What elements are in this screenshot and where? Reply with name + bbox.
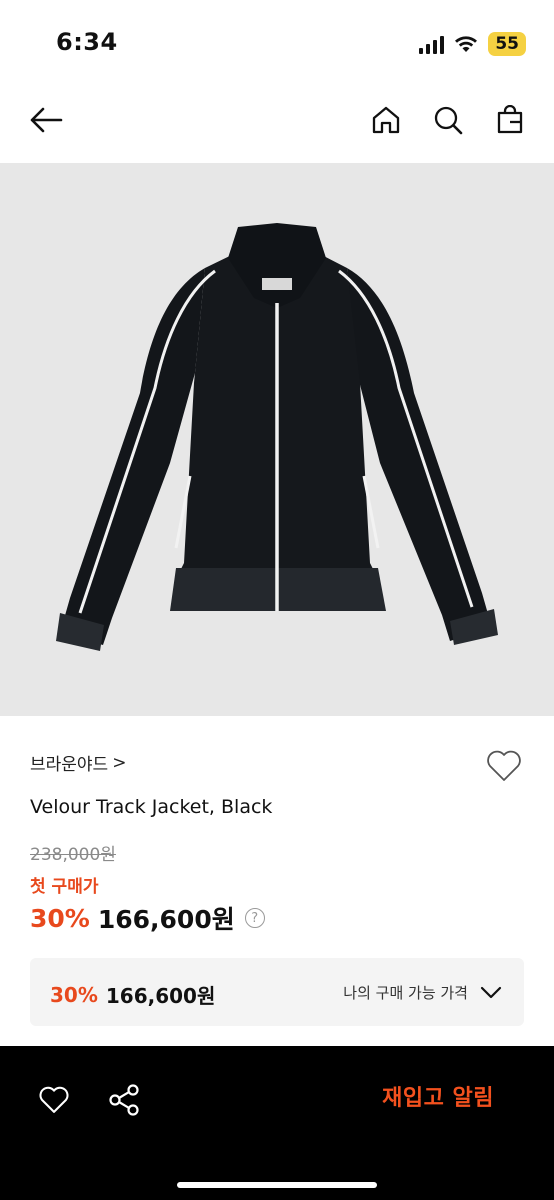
shopping-bag-icon — [497, 105, 523, 134]
battery-indicator: 55 — [488, 32, 526, 56]
my-price-toggle: 나의 구매 가능 가격 — [343, 982, 502, 1003]
status-indicators: 55 — [419, 32, 526, 56]
help-icon[interactable]: ? — [244, 908, 265, 928]
status-time: 6:34 — [56, 28, 118, 56]
first-purchase-label: 첫 구매가 — [30, 877, 99, 897]
discount-rate: 30% — [30, 903, 90, 933]
heart-icon — [39, 1086, 69, 1113]
product-name: Velour Track Jacket, Black — [30, 796, 273, 818]
home-button[interactable] — [366, 100, 406, 140]
price-row: 30% 166,600원 ? — [30, 900, 265, 936]
my-price: 166,600원 — [105, 984, 216, 1008]
brand-name: 브라운야드 — [30, 755, 109, 775]
status-bar: 6:34 55 — [0, 0, 554, 80]
home-indicator — [177, 1182, 377, 1188]
share-icon — [109, 1084, 139, 1116]
jacket-illustration — [56, 223, 498, 651]
chevron-down-icon — [480, 986, 502, 998]
wishlist-button[interactable] — [484, 746, 524, 786]
share-button[interactable] — [102, 1078, 146, 1122]
my-price-label: 나의 구매 가능 가격 — [343, 984, 468, 1002]
cart-button[interactable] — [490, 100, 530, 140]
original-price: 238,000원 — [30, 845, 116, 865]
bottom-action-bar: 재입고 알림 — [0, 1046, 554, 1200]
brand-link[interactable]: 브라운야드 > — [30, 750, 127, 776]
search-icon — [434, 106, 463, 135]
wifi-icon — [454, 35, 478, 53]
bottom-wishlist-button[interactable] — [32, 1078, 76, 1122]
my-discount-rate: 30% — [50, 982, 98, 1007]
search-button[interactable] — [428, 100, 468, 140]
my-price-dropdown[interactable]: 30% 166,600원 나의 구매 가능 가격 — [30, 958, 524, 1026]
chevron-right-icon: > — [112, 752, 127, 773]
restock-alert-button[interactable]: 재입고 알림 — [382, 1080, 494, 1112]
signal-icon — [419, 34, 445, 54]
my-price-values: 30% 166,600원 — [50, 980, 215, 1009]
heart-icon — [487, 750, 521, 781]
home-icon — [372, 106, 400, 134]
product-image[interactable] — [0, 163, 554, 716]
arrow-left-icon — [30, 107, 63, 133]
sale-price: 166,600원 — [97, 905, 235, 934]
top-nav — [0, 90, 554, 150]
back-button[interactable] — [26, 100, 66, 140]
